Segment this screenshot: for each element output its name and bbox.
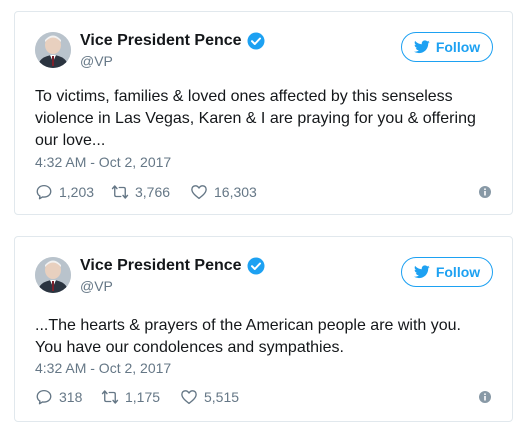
handle[interactable]: @VP <box>80 53 113 69</box>
retweet-button[interactable]: 1,175 <box>101 388 180 406</box>
like-button[interactable]: 5,515 <box>180 388 239 406</box>
like-icon <box>191 185 207 200</box>
follow-button[interactable]: Follow <box>401 257 493 287</box>
tweet-actions: 1,203 3,766 16,303 <box>35 183 257 201</box>
reply-count: 1,203 <box>59 184 95 200</box>
follow-label: Follow <box>435 264 481 280</box>
retweet-icon <box>111 185 129 199</box>
like-count: 16,303 <box>214 184 257 200</box>
retweet-count: 3,766 <box>135 184 171 200</box>
reply-icon <box>36 389 52 405</box>
like-count: 5,515 <box>204 389 240 405</box>
like-button[interactable]: 16,303 <box>190 183 257 201</box>
reply-icon <box>36 184 52 200</box>
timestamp[interactable]: 4:32 AM - Oct 2, 2017 <box>35 360 171 376</box>
avatar[interactable] <box>35 32 71 68</box>
reply-count: 318 <box>59 389 83 405</box>
info-icon[interactable] <box>478 185 492 199</box>
twitter-bird-icon <box>413 40 430 54</box>
info-icon[interactable] <box>478 390 492 404</box>
retweet-count: 1,175 <box>125 389 161 405</box>
verified-badge-icon <box>247 257 265 275</box>
tweet-actions: 318 1,175 5,515 <box>35 388 239 406</box>
display-name[interactable]: Vice President Pence <box>80 257 242 275</box>
follow-button[interactable]: Follow <box>401 32 493 62</box>
retweet-icon <box>101 390 119 404</box>
like-icon <box>181 390 197 405</box>
handle[interactable]: @VP <box>80 278 113 294</box>
tweet-text: To victims, families & loved ones affect… <box>35 88 476 149</box>
avatar[interactable] <box>35 257 71 293</box>
follow-label: Follow <box>435 39 481 55</box>
verified-badge-icon <box>247 32 265 50</box>
tweet-card[interactable]: Vice President Pence @VP Follow To victi… <box>14 11 513 215</box>
tweet-text: ...The hearts & prayers of the American … <box>35 317 461 356</box>
retweet-button[interactable]: 3,766 <box>111 183 190 201</box>
display-name[interactable]: Vice President Pence <box>80 32 242 50</box>
tweet-card[interactable]: Vice President Pence @VP Follow ...The h… <box>14 236 513 422</box>
reply-button[interactable]: 1,203 <box>35 183 111 201</box>
timestamp[interactable]: 4:32 AM - Oct 2, 2017 <box>35 154 171 170</box>
reply-button[interactable]: 318 <box>35 388 101 406</box>
twitter-bird-icon <box>413 265 430 279</box>
